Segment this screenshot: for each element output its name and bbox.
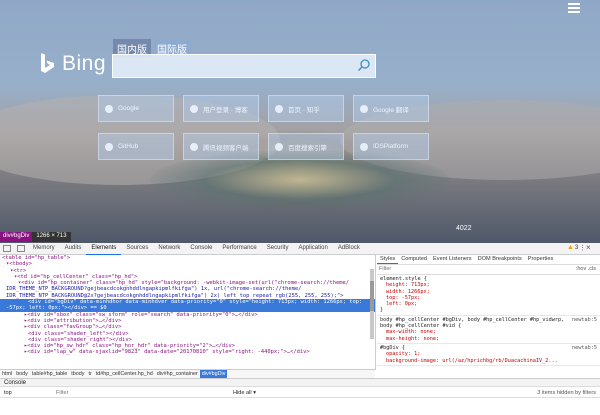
tile-label: 用户登录 · 博客 — [203, 106, 248, 114]
styles-filter-row: :hov .cls — [377, 265, 600, 275]
tile-label: IDSPlatform — [373, 143, 409, 150]
tab-sources[interactable]: Sources — [121, 243, 153, 254]
tab-dom-breakpoints[interactable]: DOM Breakpoints — [475, 255, 525, 264]
crumb-html[interactable]: html — [0, 370, 14, 378]
drawer-title: Console — [4, 380, 27, 386]
image-counter: 4022 — [456, 225, 472, 232]
tile-video-client[interactable]: 腾讯视频客户端 — [183, 133, 259, 160]
top-sites-grid: Google 用户登录 · 博客 首页 · 知乎 Google 翻译 GitHu… — [98, 95, 429, 160]
video-icon — [190, 142, 198, 151]
tile-label: GitHub — [118, 143, 139, 150]
hidden-items-text: 3 items hidden by filters — [537, 389, 596, 396]
console-filter-input[interactable] — [54, 388, 178, 397]
bing-logo[interactable]: Bing — [38, 52, 106, 76]
rule-prop[interactable]: background-image: url(/az/hprichbg/rb/Du… — [380, 358, 597, 364]
tab-memory[interactable]: Memory — [28, 243, 60, 254]
warning-icon: ▲ — [567, 244, 574, 251]
platform-icon — [360, 142, 368, 151]
crumb-body[interactable]: body — [14, 370, 30, 378]
warning-count: 3 — [574, 244, 579, 251]
github-icon — [105, 142, 113, 151]
inspect-tooltip-dims: 1266 × 713 — [32, 232, 71, 242]
tile-google-translate[interactable]: Google 翻译 — [353, 95, 429, 122]
rule-source-link[interactable]: newtab:5 — [572, 345, 597, 351]
tile-github[interactable]: GitHub — [98, 133, 174, 160]
tile-baidu[interactable]: 百度搜索引擎 — [268, 133, 344, 160]
styles-filter-input[interactable] — [377, 265, 521, 273]
style-rule[interactable]: newtab:5 #bgDiv { opacity: 1; background… — [377, 344, 600, 366]
scrollbar-thumb[interactable] — [370, 281, 374, 311]
search-box — [112, 54, 376, 78]
translate-icon — [360, 104, 368, 113]
crumb-container[interactable]: div#hp_container — [155, 370, 200, 378]
styles-tabbar: Styles Computed Event Listeners DOM Brea… — [377, 255, 600, 265]
crumb-td[interactable]: td#hp_cellCenter.hp_hd — [94, 370, 155, 378]
inspect-tooltip: div#bgDiv 1266 × 713 — [0, 232, 71, 242]
tile-label: Google 翻译 — [373, 106, 409, 114]
bing-logo-text: Bing — [62, 52, 107, 75]
tab-adblock[interactable]: AdBlock — [333, 243, 365, 254]
device-toolbar-icon[interactable] — [17, 245, 25, 252]
devtools-panel: Memory Audits Elements Sources Network C… — [0, 243, 600, 415]
style-rule[interactable]: element.style { height: 713px; width: 12… — [377, 275, 600, 316]
tile-user-login[interactable]: 用户登录 · 博客 — [183, 95, 259, 122]
tab-audits[interactable]: Audits — [60, 243, 87, 254]
tile-label: 首页 · 知乎 — [288, 106, 320, 114]
search-icon[interactable] — [357, 58, 371, 72]
console-toolbar: top Hide all ▾ 3 items hidden by filters — [0, 388, 600, 398]
tab-elements[interactable]: Elements — [86, 243, 122, 255]
more-options-icon[interactable]: ⋮ — [579, 244, 586, 252]
tab-performance[interactable]: Performance — [217, 243, 261, 254]
styles-pane: Styles Computed Event Listeners DOM Brea… — [377, 255, 600, 377]
bing-viewport: Bing 国内版 国际版 Google 用户登录 · 博客 首页 · 知乎 Go… — [0, 0, 600, 243]
inspect-element-icon[interactable] — [3, 245, 11, 252]
inspect-tooltip-tag: div#bgDiv — [0, 232, 33, 242]
tab-application[interactable]: Application — [293, 243, 332, 254]
crumb-bgdiv[interactable]: div#bgDiv — [199, 370, 228, 378]
elements-scrollbar[interactable] — [370, 269, 374, 339]
search-input[interactable] — [113, 55, 355, 75]
tile-label: 腾讯视频客户端 — [203, 144, 249, 152]
tab-console[interactable]: Console — [185, 243, 217, 254]
google-icon — [105, 104, 113, 113]
crumb-tr[interactable]: tr — [86, 370, 93, 378]
dom-line[interactable]: ▸<div id="lap_w" data-sjaxlid="9823" dat… — [0, 349, 375, 355]
hamburger-menu-icon[interactable] — [568, 3, 580, 13]
elements-tree: <table id="hp_table"> ▾<tbody> ▾<tr> ▾<t… — [0, 255, 376, 370]
close-devtools-icon[interactable]: × — [586, 243, 591, 252]
tab-security[interactable]: Security — [262, 243, 294, 254]
tab-network[interactable]: Network — [153, 243, 185, 254]
baidu-icon — [275, 142, 283, 151]
tab-event-listeners[interactable]: Event Listeners — [430, 255, 475, 264]
tile-label: 百度搜索引擎 — [288, 144, 327, 152]
devtools-tabbar: Memory Audits Elements Sources Network C… — [0, 243, 600, 255]
console-context-select[interactable]: top — [4, 390, 54, 396]
rule-source-link[interactable]: newtab:5 — [572, 317, 597, 323]
crumb-tbody[interactable]: tbody — [69, 370, 86, 378]
rule-prop[interactable]: max-height: none; — [380, 336, 597, 342]
bing-b-icon — [41, 53, 54, 73]
crumb-table[interactable]: table#hp_table — [30, 370, 69, 378]
tile-label: Google — [118, 105, 139, 112]
console-levels-dropdown[interactable]: Hide all ▾ — [233, 390, 256, 396]
tile-idsplatform[interactable]: IDSPlatform — [353, 133, 429, 160]
tile-zhihu[interactable]: 首页 · 知乎 — [268, 95, 344, 122]
style-rule[interactable]: newtab:5 body #hp_cellCenter #bgDiv, bod… — [377, 316, 600, 344]
tab-computed[interactable]: Computed — [398, 255, 430, 264]
user-icon — [190, 104, 198, 113]
console-drawer-header[interactable]: Console — [0, 378, 600, 387]
hov-cls-toggle[interactable]: :hov .cls — [576, 266, 596, 272]
warnings-badge[interactable]: ▲ 3 — [567, 244, 578, 251]
zhihu-icon — [275, 104, 283, 113]
tab-styles[interactable]: Styles — [377, 255, 399, 264]
tab-properties[interactable]: Properties — [525, 255, 557, 264]
tile-google[interactable]: Google — [98, 95, 174, 122]
